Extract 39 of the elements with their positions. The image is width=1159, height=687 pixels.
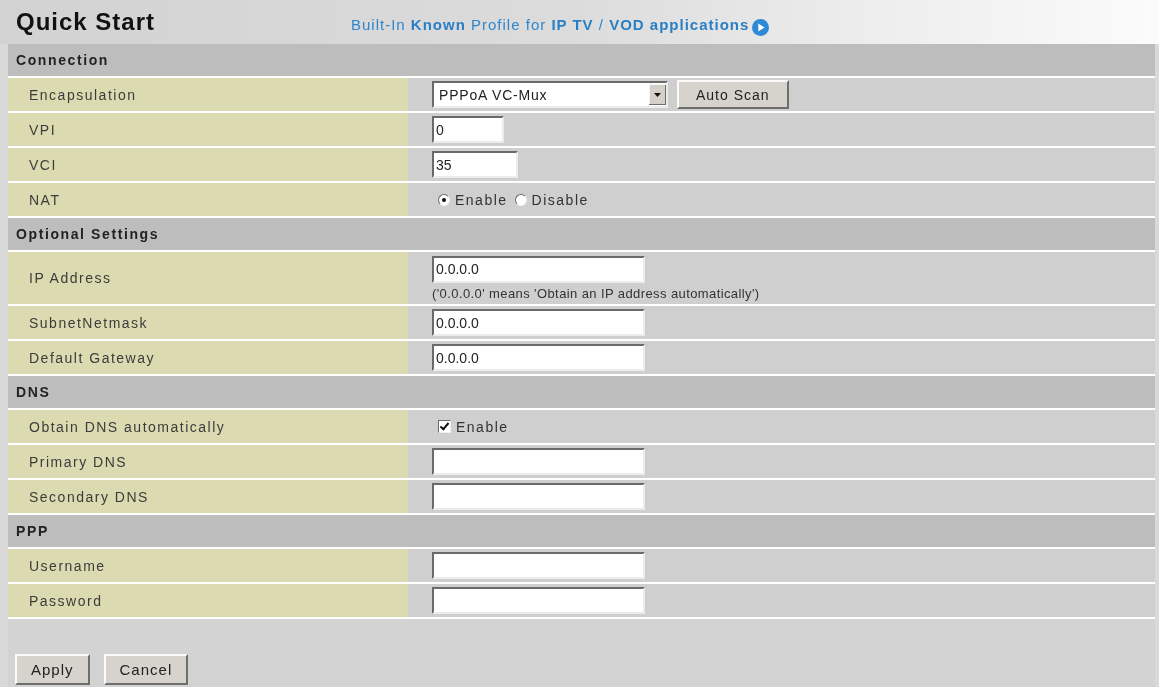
field-label: NAT [8,183,408,216]
section-header: PPP [8,515,1155,547]
text-field[interactable] [432,448,645,475]
field-label: Secondary DNS [8,480,408,513]
scan-button[interactable]: Auto Scan [677,80,789,109]
radio-label: Enable [455,191,508,208]
field-label: SubnetNetmask [8,306,408,339]
play-circle-icon [752,18,770,36]
field-label: Obtain DNS automatically [8,410,408,443]
caret-down-icon [649,84,666,105]
apply-button[interactable]: Apply [15,654,90,685]
radio-button[interactable] [514,193,527,206]
field-label: Encapsulation [8,78,408,111]
field-label: IP Address [8,252,408,304]
radio-button[interactable] [438,193,450,206]
text-field[interactable] [432,552,645,579]
field-label: Password [8,584,408,617]
section-header: Connection [8,44,1155,76]
text-field[interactable]: 35 [432,151,518,178]
text-field[interactable]: 0.0.0.0 [432,309,645,336]
field-label: VCI [8,148,408,181]
text-field[interactable] [432,483,645,510]
text-field[interactable]: 0.0.0.0 [432,255,645,283]
text-field[interactable]: 0.0.0.0 [432,344,645,371]
page-title: Quick Start [16,8,157,36]
section-header: Optional Settings [8,218,1155,250]
field-label: VPI [8,113,408,146]
field-label: Username [8,549,408,582]
checkbox[interactable] [438,420,451,433]
cancel-button[interactable]: Cancel [103,654,189,685]
text-field[interactable] [432,587,645,614]
checkbox-label: Enable [456,418,509,435]
text-field[interactable]: 0 [432,116,504,143]
radio-label: Disable [531,191,589,208]
section-header: DNS [8,376,1155,408]
field-label: Default Gateway [8,341,408,374]
hint-text: ('0.0.0.0' means 'Obtain an IP address automatically') [432,285,760,301]
field-label: Primary DNS [8,445,408,478]
dropdown[interactable]: PPPoA VC-Mux [432,81,668,108]
